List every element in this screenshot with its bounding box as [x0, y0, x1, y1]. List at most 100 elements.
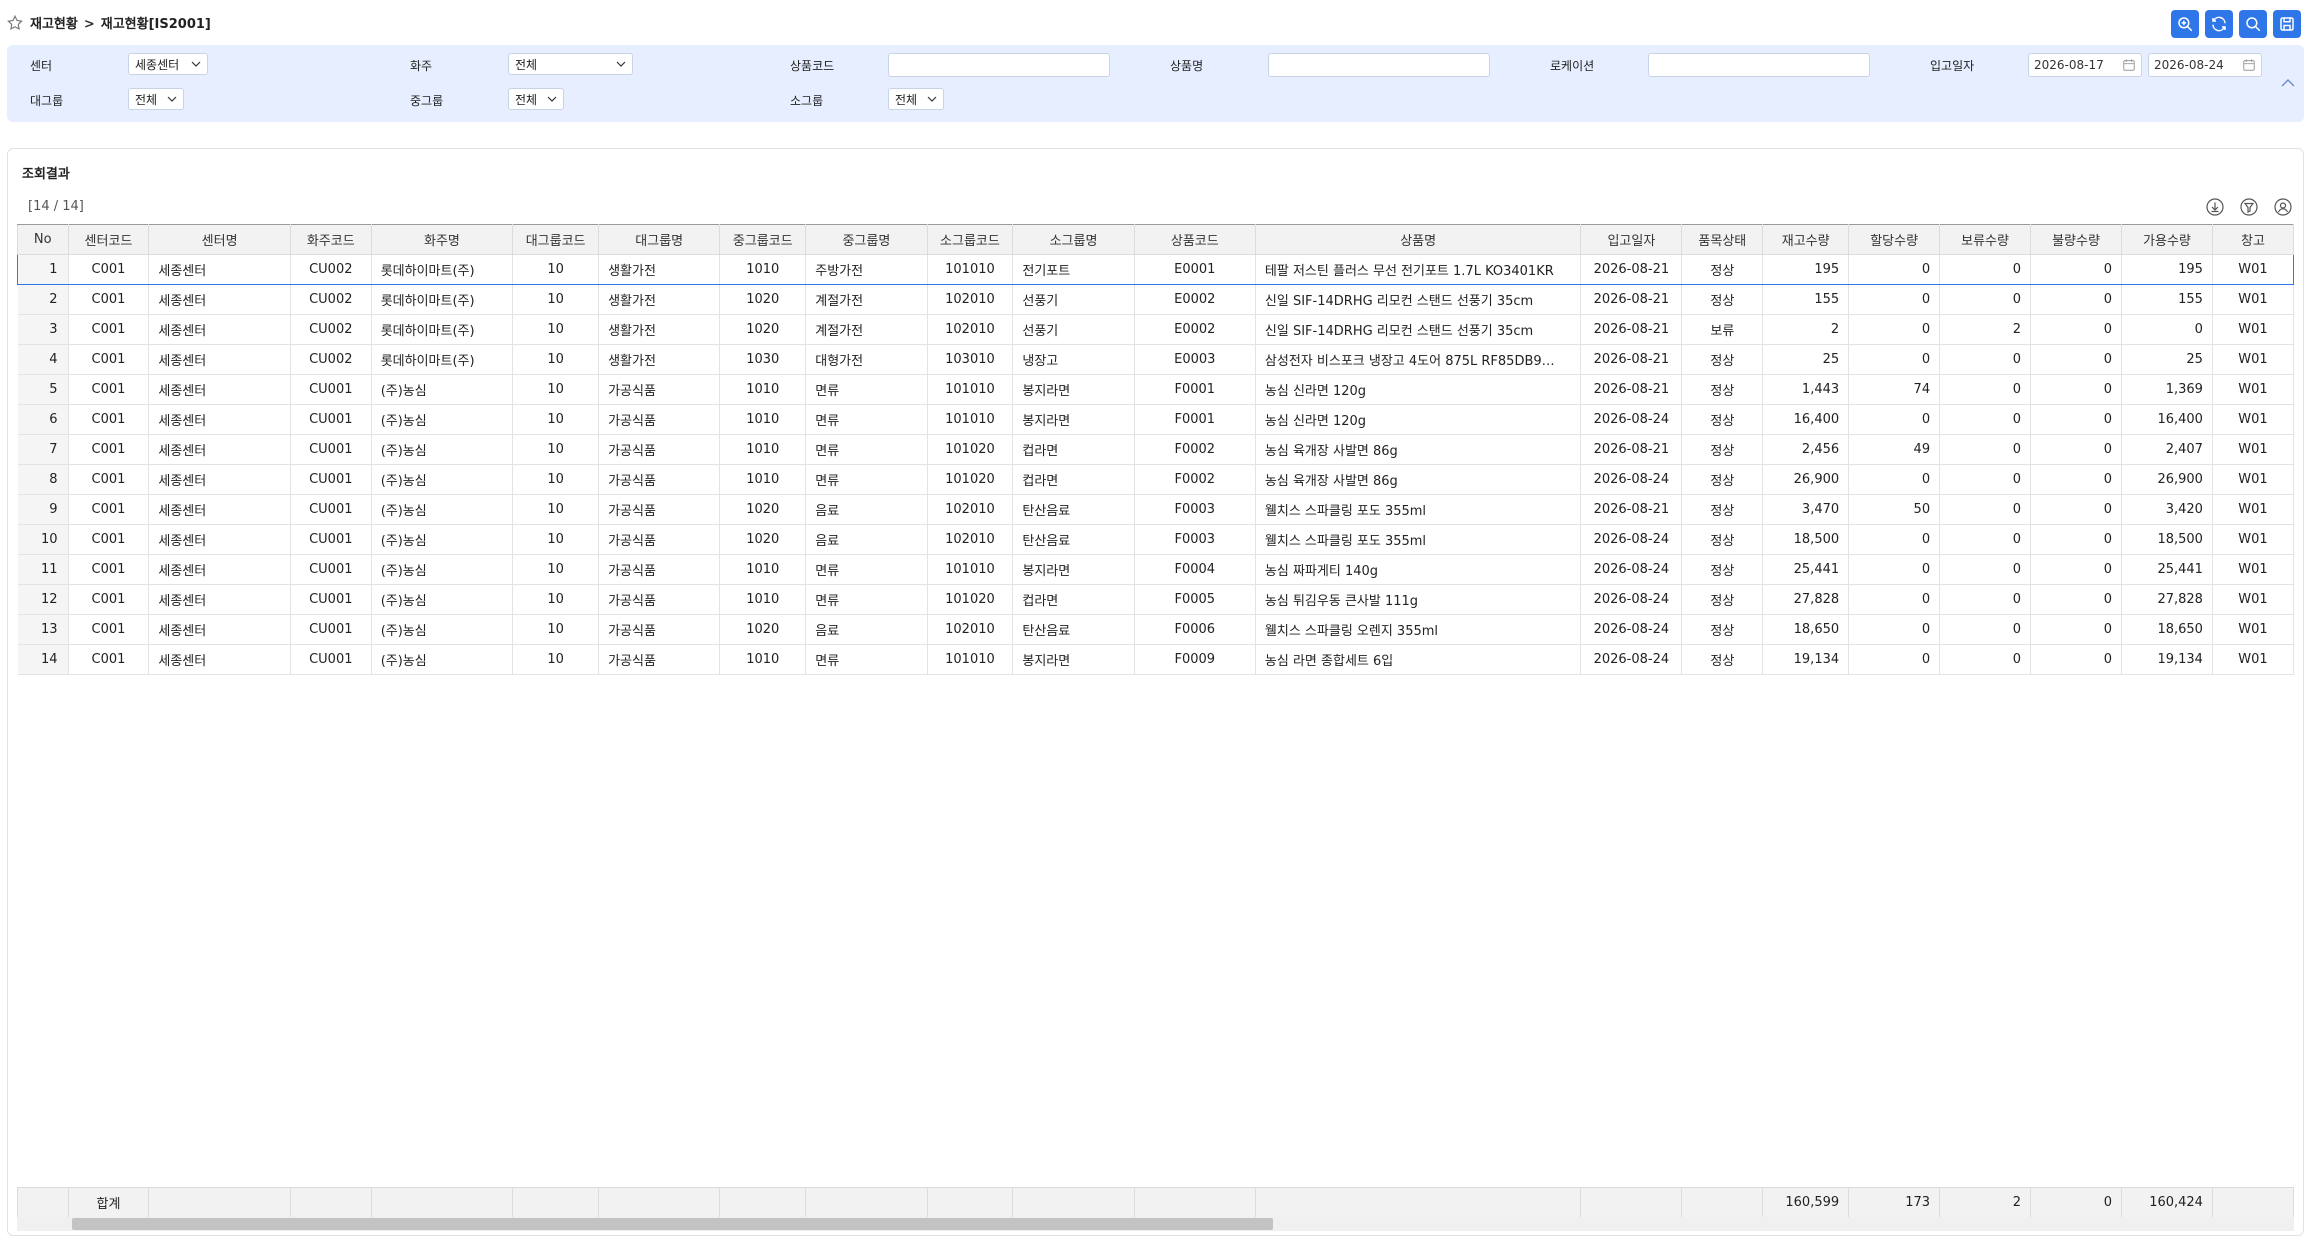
cell-inbound-date[interactable]: 2026-08-24	[1580, 464, 1683, 495]
cell-hold-qty[interactable]: 0	[1939, 404, 2032, 435]
cell-available-qty[interactable]: 25,441	[2121, 554, 2213, 585]
cell-available-qty[interactable]: 18,650	[2121, 614, 2213, 645]
cell-defect-qty[interactable]: 0	[2030, 284, 2122, 315]
cell-owner-name[interactable]: (주)농심	[371, 374, 514, 405]
cell-no[interactable]: 9	[17, 494, 69, 525]
cell-large-group-code[interactable]: 10	[512, 524, 600, 555]
cell-large-group-name[interactable]: 가공식품	[598, 434, 721, 465]
cell-warehouse[interactable]: W01	[2212, 254, 2294, 285]
cell-mid-group-name[interactable]: 음료	[805, 524, 928, 555]
cell-mid-group-name[interactable]: 면류	[805, 584, 928, 615]
cell-inbound-date[interactable]: 2026-08-24	[1580, 644, 1683, 675]
cell-available-qty[interactable]: 26,900	[2121, 464, 2213, 495]
location-input[interactable]	[1648, 53, 1870, 77]
cell-item-status[interactable]: 정상	[1681, 464, 1764, 495]
cell-owner-code[interactable]: CU002	[290, 314, 372, 345]
cell-small-group-code[interactable]: 101010	[927, 554, 1014, 585]
cell-mid-group-code[interactable]: 1020	[719, 614, 807, 645]
cell-available-qty[interactable]: 18,500	[2121, 524, 2213, 555]
cell-product-code[interactable]: F0001	[1134, 404, 1256, 435]
horizontal-scrollbar[interactable]	[17, 1217, 2294, 1231]
cell-defect-qty[interactable]: 0	[2030, 554, 2122, 585]
cell-owner-name[interactable]: (주)농심	[371, 584, 514, 615]
cell-mid-group-name[interactable]: 계절가전	[805, 284, 928, 315]
cell-owner-name[interactable]: (주)농심	[371, 644, 514, 675]
cell-inbound-date[interactable]: 2026-08-21	[1580, 314, 1683, 345]
cell-stock-qty[interactable]: 26,900	[1762, 464, 1850, 495]
large-group-select[interactable]: 전체	[128, 88, 184, 110]
cell-large-group-code[interactable]: 10	[512, 254, 600, 285]
cell-warehouse[interactable]: W01	[2212, 284, 2294, 315]
cell-hold-qty[interactable]: 0	[1939, 434, 2032, 465]
cell-small-group-name[interactable]: 컵라면	[1012, 434, 1135, 465]
cell-inbound-date[interactable]: 2026-08-24	[1580, 524, 1683, 555]
column-header-center-code[interactable]: 센터코드	[67, 224, 150, 255]
cell-small-group-code[interactable]: 101010	[927, 644, 1014, 675]
cell-warehouse[interactable]: W01	[2212, 404, 2294, 435]
cell-large-group-code[interactable]: 10	[512, 614, 600, 645]
cell-center-name[interactable]: 세종센터	[148, 524, 291, 555]
cell-warehouse[interactable]: W01	[2212, 524, 2294, 555]
cell-owner-code[interactable]: CU001	[290, 584, 372, 615]
cell-inbound-date[interactable]: 2026-08-21	[1580, 344, 1683, 375]
cell-small-group-code[interactable]: 101010	[927, 254, 1014, 285]
cell-center-code[interactable]: C001	[68, 554, 150, 585]
cell-large-group-code[interactable]: 10	[512, 374, 600, 405]
cell-mid-group-code[interactable]: 1010	[719, 434, 807, 465]
cell-item-status[interactable]: 정상	[1681, 434, 1764, 465]
cell-center-name[interactable]: 세종센터	[148, 344, 291, 375]
cell-center-code[interactable]: C001	[68, 254, 150, 285]
cell-large-group-code[interactable]: 10	[512, 554, 600, 585]
cell-small-group-code[interactable]: 102010	[927, 494, 1014, 525]
cell-product-name[interactable]: 농심 라면 종합세트 6입	[1255, 644, 1582, 675]
cell-mid-group-code[interactable]: 1020	[719, 314, 807, 345]
cell-allocated-qty[interactable]: 0	[1848, 404, 1941, 435]
cell-hold-qty[interactable]: 0	[1939, 254, 2032, 285]
cell-available-qty[interactable]: 3,420	[2121, 494, 2213, 525]
cell-allocated-qty[interactable]: 0	[1848, 584, 1941, 615]
cell-owner-name[interactable]: (주)농심	[371, 434, 514, 465]
cell-center-name[interactable]: 세종센터	[148, 434, 291, 465]
cell-owner-name[interactable]: 롯데하이마트(주)	[371, 284, 514, 315]
cell-item-status[interactable]: 정상	[1681, 254, 1764, 285]
cell-defect-qty[interactable]: 0	[2030, 404, 2122, 435]
cell-product-code[interactable]: E0002	[1134, 284, 1256, 315]
cell-product-code[interactable]: E0001	[1134, 254, 1256, 285]
table-row[interactable]: 6 C001 세종센터 CU001 (주)농심 10 가공식품 1010 면류 101010 봉지라…	[17, 404, 2294, 435]
cell-hold-qty[interactable]: 2	[1939, 314, 2032, 345]
cell-allocated-qty[interactable]: 0	[1848, 314, 1941, 345]
cell-stock-qty[interactable]: 2,456	[1762, 434, 1850, 465]
cell-mid-group-name[interactable]: 면류	[805, 464, 928, 495]
cell-small-group-name[interactable]: 탄산음료	[1012, 494, 1135, 525]
cell-center-code[interactable]: C001	[68, 314, 150, 345]
cell-available-qty[interactable]: 2,407	[2121, 434, 2213, 465]
cell-owner-code[interactable]: CU002	[290, 254, 372, 285]
cell-defect-qty[interactable]: 0	[2030, 314, 2122, 345]
cell-large-group-code[interactable]: 10	[512, 494, 600, 525]
table-row[interactable]: 4 C001 세종센터 CU002 롯데하이마트(주) 10 생활가전 1030 대형가전 103…	[17, 344, 2294, 375]
cell-product-name[interactable]: 테팔 저스틴 플러스 무선 전기포트 1.7L KO3401KR	[1255, 254, 1582, 285]
cell-center-name[interactable]: 세종센터	[148, 254, 291, 285]
cell-center-code[interactable]: C001	[68, 524, 150, 555]
cell-defect-qty[interactable]: 0	[2030, 584, 2122, 615]
cell-small-group-name[interactable]: 냉장고	[1012, 344, 1135, 375]
cell-owner-code[interactable]: CU001	[290, 464, 372, 495]
cell-product-code[interactable]: F0002	[1134, 434, 1256, 465]
calendar-icon[interactable]	[2122, 58, 2136, 72]
cell-mid-group-name[interactable]: 면류	[805, 404, 928, 435]
cell-mid-group-code[interactable]: 1020	[719, 284, 807, 315]
cell-small-group-code[interactable]: 101010	[927, 374, 1014, 405]
cell-item-status[interactable]: 정상	[1681, 554, 1764, 585]
cell-center-name[interactable]: 세종센터	[148, 284, 291, 315]
cell-no[interactable]: 3	[17, 314, 69, 345]
cell-hold-qty[interactable]: 0	[1939, 584, 2032, 615]
table-row[interactable]: 8 C001 세종센터 CU001 (주)농심 10 가공식품 1010 면류 101020 컵라면…	[17, 464, 2294, 495]
cell-inbound-date[interactable]: 2026-08-24	[1580, 584, 1683, 615]
cell-product-code[interactable]: E0003	[1134, 344, 1256, 375]
cell-allocated-qty[interactable]: 0	[1848, 524, 1941, 555]
cell-large-group-code[interactable]: 10	[512, 284, 600, 315]
cell-product-name[interactable]: 농심 신라면 120g	[1255, 404, 1582, 435]
cell-small-group-name[interactable]: 컵라면	[1012, 584, 1135, 615]
cell-available-qty[interactable]: 27,828	[2121, 584, 2213, 615]
cell-product-code[interactable]: F0001	[1134, 374, 1256, 405]
